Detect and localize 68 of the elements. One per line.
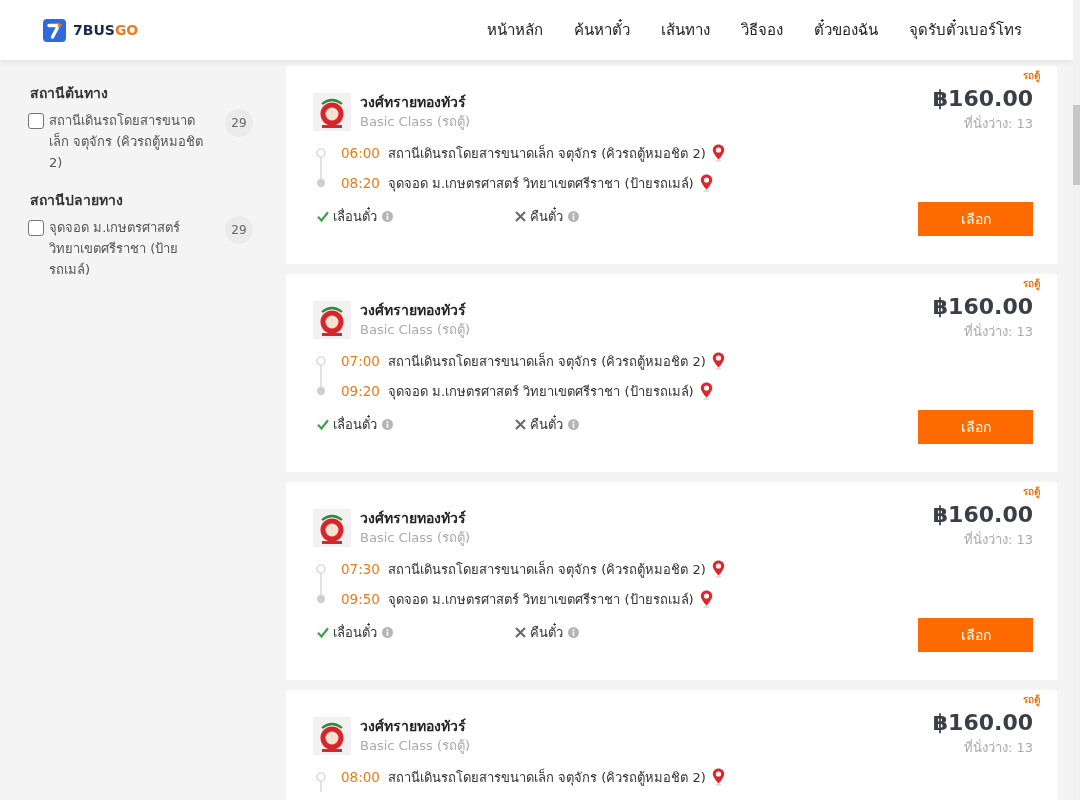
nav-link[interactable]: จุดรับตั๋วเบอร์โทร [909,18,1022,42]
feature-label: เลื่อนตั๋ว [333,622,377,642]
ticket-price: ฿160.00 [932,294,1033,320]
map-pin-icon[interactable] [699,382,713,400]
seats-available: ที่นั่งว่าง: 13 [963,323,1033,341]
station-name: สถานีเดินรถโดยสารขนาดเล็ก จตุจักร (คิวรถตู้หมอชิต 2) [387,559,706,580]
operator-name: วงศ์ทรายทองทัวร์ [360,93,467,112]
nav-link[interactable]: ตั๋วของฉัน [814,18,878,42]
station-name: จุดจอด ม.เกษตรศาสตร์ วิทยาเขตศรีราชา (ป้ายรถเมล์) [387,382,694,402]
home-logo-link[interactable]: 7BUSGO [43,18,139,42]
vehicle-tag: รถตู้ [1023,69,1040,83]
nav-link[interactable]: หน้าหลัก [487,18,543,42]
stop-time: 08:00 [341,769,380,785]
seats-available: ที่นั่งว่าง: 13 [963,739,1033,757]
filter-option-label: สถานีเดินรถโดยสารขนาดเล็ก จตุจักร (คิวรถตู้หมอชิต 2) [49,112,205,172]
option-count: 29 [225,216,253,244]
vehicle-tag: รถตู้ [1023,277,1040,291]
station-name: สถานีเดินรถโดยสารขนาดเล็ก จตุจักร (คิวรถตู้หมอชิต 2) [387,351,706,372]
stop-time: 08:20 [341,175,380,191]
feature-label: คืนตั๋ว [530,622,563,642]
map-pin-icon[interactable] [699,590,713,608]
filter-heading: สถานีต้นทาง [30,84,109,102]
service-class: Basic Class (รถตู้) [360,113,471,131]
emblem-icon [313,93,351,131]
feature-label: คืนตั๋ว [530,206,563,226]
map-pin-icon[interactable] [711,144,725,162]
seats-available: ที่นั่งว่าง: 13 [963,115,1033,133]
brand-logo-icon [43,18,66,42]
station-name: จุดจอด ม.เกษตรศาสตร์ วิทยาเขตศรีราชา (ป้ายรถเมล์) [387,590,694,610]
filter-heading: สถานีปลายทาง [30,191,124,209]
option-count: 29 [225,109,253,137]
map-pin-icon[interactable] [699,174,713,192]
stop-time: 06:00 [341,145,380,161]
nav-link[interactable]: ค้นหาตั๋ว [574,18,630,42]
filter-option-label: จุดจอด ม.เกษตรศาสตร์ วิทยาเขตศรีราชา (ป้ายรถเมล์) [49,219,182,279]
operator-name: วงศ์ทรายทองทัวร์ [360,301,467,320]
service-class: Basic Class (รถตู้) [360,321,471,339]
ticket-price: ฿160.00 [932,710,1033,736]
checkbox[interactable] [28,113,44,129]
stop-time: 07:30 [341,561,380,577]
stop-time: 07:00 [341,353,380,369]
map-pin-icon[interactable] [711,560,725,578]
feature-label: เลื่อนตั๋ว [333,414,377,434]
map-pin-icon[interactable] [711,768,725,786]
station-name: สถานีเดินรถโดยสารขนาดเล็ก จตุจักร (คิวรถตู้หมอชิต 2) [387,143,706,164]
service-class: Basic Class (รถตู้) [360,737,471,755]
operator-name: วงศ์ทรายทองทัวร์ [360,509,467,528]
vehicle-tag: รถตู้ [1023,485,1040,499]
stop-time: 09:20 [341,383,380,399]
service-class: Basic Class (รถตู้) [360,529,471,547]
feature-label: เลื่อนตั๋ว [333,206,377,226]
vehicle-tag: รถตู้ [1023,693,1040,707]
emblem-icon [313,509,351,547]
station-name: จุดจอด ม.เกษตรศาสตร์ วิทยาเขตศรีราชา (ป้ายรถเมล์) [387,174,694,194]
nav-link[interactable]: วิธีจอง [741,18,783,42]
feature-label: คืนตั๋ว [530,414,563,434]
ticket-price: ฿160.00 [932,502,1033,528]
nav-link[interactable]: เส้นทาง [661,18,710,42]
ticket-price: ฿160.00 [932,86,1033,112]
scrollbar-thumb[interactable] [1073,105,1080,185]
station-name: สถานีเดินรถโดยสารขนาดเล็ก จตุจักร (คิวรถตู้หมอชิต 2) [387,767,706,788]
checkbox[interactable] [28,220,44,236]
operator-name: วงศ์ทรายทองทัวร์ [360,717,467,736]
map-pin-icon[interactable] [711,352,725,370]
stop-time: 09:50 [341,591,380,607]
emblem-icon [313,717,351,755]
seats-available: ที่นั่งว่าง: 13 [963,531,1033,549]
emblem-icon [313,301,351,339]
